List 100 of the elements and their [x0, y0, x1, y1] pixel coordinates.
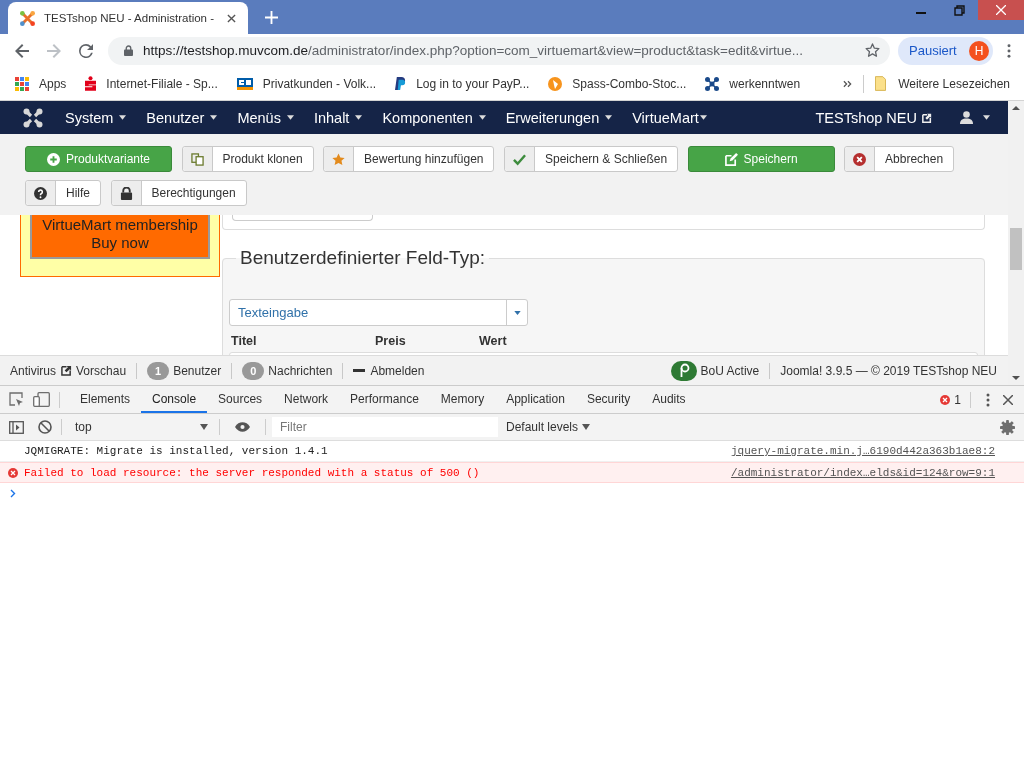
preview-link[interactable]: Vorschau — [61, 363, 127, 378]
copy-icon — [190, 152, 204, 166]
scrollbar-thumb[interactable] — [1010, 228, 1022, 270]
bookmark-link[interactable]: Log in to your PayP... — [395, 76, 530, 91]
settings-icon[interactable] — [1000, 419, 1015, 435]
review-button[interactable]: Bewertung hinzufügen — [323, 146, 495, 172]
lock-icon — [119, 186, 133, 200]
menu-item[interactable]: Erweiterungen — [505, 109, 613, 126]
bookmark-link[interactable]: Spass-Combo-Stoc... — [548, 76, 687, 91]
levels-dropdown[interactable]: Default levels — [506, 420, 591, 434]
console-message: JQMIGRATE: Migrate is installed, version 1.4.1 — [24, 445, 328, 457]
inspect-icon[interactable] — [9, 392, 24, 407]
error-count-button[interactable]: 1 — [940, 392, 961, 407]
error-icon — [940, 394, 951, 405]
context-select[interactable]: top — [71, 420, 210, 434]
error-icon — [8, 467, 18, 478]
bookmark-star-icon[interactable] — [865, 43, 880, 58]
logo-icon[interactable] — [23, 107, 43, 128]
clone-button[interactable]: Produkt klonen — [181, 146, 314, 172]
menu-item[interactable]: System — [65, 109, 127, 126]
menu-icon[interactable] — [986, 392, 990, 407]
caret-icon — [210, 115, 218, 120]
browser-tab[interactable]: TESTshop NEU - Administration - — [8, 2, 248, 34]
close-window-button[interactable] — [978, 0, 1024, 20]
console-message: Failed to load resource: the server responded with a status of 500 () — [24, 466, 480, 479]
s-logo-icon — [85, 76, 97, 91]
count-badge: 1 — [147, 361, 170, 380]
square-logo-icon — [236, 77, 253, 90]
restore-icon — [953, 4, 965, 16]
user-menu[interactable] — [960, 111, 990, 124]
menu-item[interactable]: Menüs — [237, 109, 294, 126]
caret-icon — [513, 310, 521, 315]
avatar-initial: H — [969, 40, 989, 61]
status-link[interactable]: Nachrichten — [268, 363, 333, 378]
user-icon — [960, 111, 973, 124]
edit-icon — [724, 152, 738, 166]
network-logo-icon — [705, 76, 720, 91]
sidebar-toggle-icon[interactable] — [9, 419, 24, 435]
external-link-icon — [61, 365, 72, 376]
caret-icon — [605, 115, 613, 120]
permissions-button[interactable]: Berechtigungen — [110, 180, 247, 206]
device-icon[interactable] — [33, 392, 50, 407]
favicon-icon — [20, 10, 35, 26]
devtools-tab[interactable]: Sources — [207, 386, 274, 413]
close-icon — [996, 5, 1006, 15]
status-link[interactable]: Antivirus — [10, 363, 56, 378]
menu-item[interactable]: VirtueMart — [632, 109, 707, 126]
menu-item[interactable]: Benutzer — [146, 109, 218, 126]
column-header: Titel — [231, 334, 258, 349]
scroll-up-icon[interactable] — [1012, 106, 1020, 110]
type-select[interactable]: Texteingabe — [229, 299, 528, 326]
devtools-tab[interactable]: Audits — [641, 386, 697, 413]
scroll-down-icon[interactable] — [1012, 376, 1020, 380]
caret-icon — [478, 115, 486, 120]
caret-icon — [699, 115, 707, 120]
devtools-tab[interactable]: Network — [273, 386, 340, 413]
count-badge: 0 — [242, 361, 265, 380]
status-link[interactable]: Benutzer — [173, 363, 222, 378]
logout-link[interactable]: Abmelden — [353, 363, 425, 378]
membership-button[interactable]: VirtueMart membership Buy now — [30, 215, 210, 259]
fieldset-legend: Benutzerdefinierter Feld-Typ: — [236, 246, 489, 270]
menu-icon[interactable] — [1007, 43, 1011, 58]
bookmark-link[interactable]: Internet-Filiale - Sp... — [85, 76, 218, 91]
save-close-button[interactable]: Speichern & Schließen — [504, 146, 679, 172]
devtools-tab[interactable]: Security — [575, 386, 642, 413]
site-link[interactable]: TESTshop NEU — [815, 109, 932, 126]
devtools-tab[interactable]: Application — [495, 386, 576, 413]
double-chevron-icon[interactable] — [843, 79, 853, 88]
menu-item[interactable]: Komponenten — [382, 109, 486, 126]
clear-console-icon[interactable] — [38, 420, 52, 434]
folder-icon — [875, 76, 887, 91]
cancel-button[interactable]: Abbrechen — [844, 146, 955, 172]
help-button[interactable]: Hilfe — [25, 180, 101, 206]
p-logo-icon — [395, 77, 407, 90]
devtools-tab[interactable]: Performance — [339, 386, 430, 413]
menu-item[interactable]: Inhalt — [313, 109, 363, 126]
profile-button[interactable]: Pausiert H — [898, 36, 993, 65]
round-logo-icon — [548, 76, 563, 91]
cancel-icon — [853, 152, 867, 166]
close-icon[interactable] — [227, 13, 236, 23]
source-link[interactable]: /administrator/index…elds&id=124&row=9:1 — [730, 466, 995, 479]
bookmark-link[interactable]: Privatkunden - Volk... — [236, 76, 377, 91]
external-link-icon — [922, 112, 932, 123]
star-icon — [332, 152, 346, 166]
prompt-icon[interactable] — [10, 488, 16, 498]
plus-icon[interactable] — [265, 10, 278, 24]
column-header: Wert — [479, 334, 508, 349]
filter-field[interactable]: Filter — [272, 417, 498, 437]
eye-icon[interactable] — [235, 422, 250, 432]
bookmark-link[interactable]: Apps — [15, 76, 67, 91]
devtools-tab[interactable]: Memory — [429, 386, 496, 413]
reload-icon[interactable] — [79, 43, 93, 58]
bookmark-folder-link[interactable]: Weitere Lesezeichen — [875, 76, 1010, 91]
close-icon[interactable] — [1003, 394, 1013, 405]
scrollbar[interactable] — [1008, 101, 1024, 385]
bookmark-link[interactable]: werkenntwen — [705, 76, 801, 91]
address-field[interactable]: https://testshop.muvcom.de/administrator/index.php?option=com_virtuemart&view=product&task=edit&virtue... — [108, 36, 890, 65]
source-link[interactable]: jquery-migrate.min.j…6190d442a363b1ae8:2 — [730, 445, 995, 457]
back-icon[interactable] — [15, 43, 29, 58]
devtools-tab[interactable]: Elements — [69, 386, 142, 413]
